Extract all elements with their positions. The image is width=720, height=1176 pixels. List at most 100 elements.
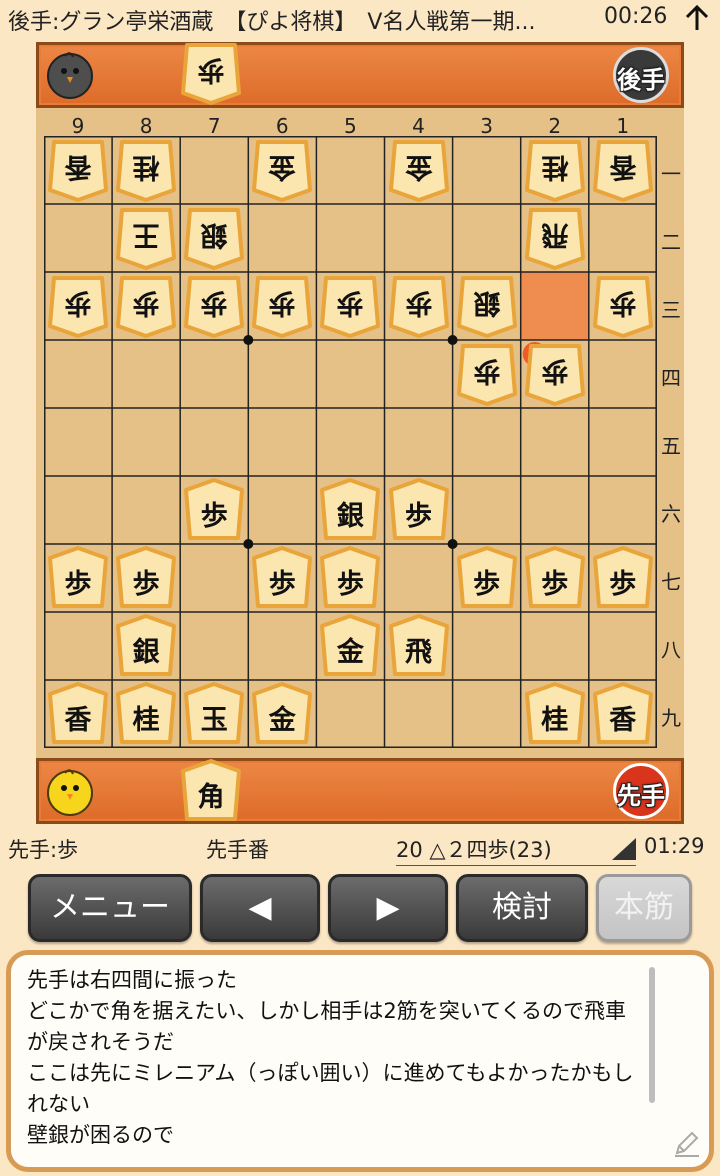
file-label: 7 [207,114,221,138]
piece-label: 歩 [609,287,637,318]
gote-piece[interactable]: 香 [589,136,657,204]
status-bar: 先手:歩 先手番 20 △２四歩(23) 01:29 [0,826,720,866]
piece-label: 歩 [473,569,501,600]
rank-label: 四 [661,366,681,390]
gote-hand-piece[interactable]: 歩 [177,39,245,107]
sente-piece[interactable]: 香 [44,680,112,748]
file-label: 8 [139,114,153,138]
gote-piece[interactable]: 香 [44,136,112,204]
comment-box[interactable]: 先手は右四間に振った どこかで角を据えたい、しかし相手は2筋を突いてくるので飛車… [6,950,714,1172]
menu-button[interactable]: メニュー [28,874,192,942]
piece-label: 歩 [405,287,432,318]
pencil-icon[interactable] [671,1127,703,1159]
piece-label: 銀 [132,637,160,668]
sente-piece[interactable]: 歩 [112,544,180,612]
piece-label: 香 [609,705,637,736]
gote-piece[interactable]: 歩 [385,272,453,340]
piece-label: 歩 [336,569,364,600]
gote-piece[interactable]: 桂 [521,136,589,204]
gote-piece[interactable]: 歩 [521,340,589,408]
sente-badge-label: 先手 [617,782,665,810]
piece-label: 香 [64,705,92,736]
piece-label: 玉 [200,705,228,736]
piece-label: 飛 [541,219,569,250]
sente-piece[interactable]: 銀 [316,476,384,544]
piece-label: 桂 [541,151,569,182]
game-title: 後手:グラン亭栄酒蔵 【ぴよ将棋】 V名人戦第一期... [8,10,536,35]
title-bar: 後手:グラン亭栄酒蔵 【ぴよ将棋】 V名人戦第一期... 00:26 [0,0,720,42]
gote-badge: 後手 [613,47,669,103]
gote-piece[interactable]: 銀 [453,272,521,340]
gote-piece[interactable]: 金 [248,136,316,204]
piece-label: 歩 [64,569,92,600]
file-label: 9 [71,114,85,138]
rank-label: 三 [661,298,681,322]
comment-text: 先手は右四間に振った どこかで角を据えたい、しかし相手は2筋を突いてくるので飛車… [27,968,634,1147]
piece-label: 銀 [473,287,501,318]
sente-hand-piece[interactable]: 角 [177,757,245,825]
next-move-button[interactable]: ▶ [328,874,448,942]
rank-label: 七 [661,570,681,594]
sente-piece[interactable]: 歩 [316,544,384,612]
sente-piece[interactable]: 飛 [385,612,453,680]
sente-piece[interactable]: 歩 [521,544,589,612]
comment-scrollbar[interactable] [649,967,655,1103]
gote-piece[interactable]: 歩 [44,272,112,340]
gote-badge-label: 後手 [617,66,665,94]
piece-label: 銀 [200,219,228,250]
gote-piece[interactable]: 歩 [180,272,248,340]
rank-label: 八 [661,638,681,662]
sente-piece[interactable]: 金 [248,680,316,748]
yellow-chick-icon[interactable] [45,767,95,817]
sente-piece[interactable]: 歩 [385,476,453,544]
move-selector[interactable]: 20 △２四歩(23) [396,834,636,866]
piece-label: 銀 [336,501,364,532]
file-label: 5 [344,114,357,138]
file-label: 3 [480,114,493,138]
gote-piece[interactable]: 桂 [112,136,180,204]
piece-label: 歩 [268,569,296,600]
gote-piece[interactable]: 歩 [316,272,384,340]
sente-piece[interactable]: 玉 [180,680,248,748]
file-label: 2 [548,114,562,138]
sente-piece[interactable]: 桂 [112,680,180,748]
piece-label: 歩 [268,287,296,318]
gote-piece[interactable]: 銀 [180,204,248,272]
sente-piece[interactable]: 歩 [453,544,521,612]
gote-piece[interactable]: 歩 [589,272,657,340]
sente-piece[interactable]: 桂 [521,680,589,748]
study-button[interactable]: 検討 [456,874,588,942]
piece-label: 金 [336,637,364,668]
previous-move-button[interactable]: ◀ [200,874,320,942]
elapsed-time: 01:29 [644,834,705,858]
sente-piece[interactable]: 金 [316,612,384,680]
piece-label: 歩 [609,569,637,600]
gote-piece[interactable]: 歩 [248,272,316,340]
gote-piece[interactable]: 飛 [521,204,589,272]
piece-label: 金 [268,151,296,182]
gote-piece[interactable]: 金 [385,136,453,204]
file-label: 6 [275,114,289,138]
piece-label: 歩 [197,54,225,85]
piece-label: 金 [268,705,296,736]
rank-label: 一 [661,162,681,186]
rank-label: 五 [661,434,681,458]
rank-label: 九 [661,706,681,730]
sente-piece[interactable]: 歩 [180,476,248,544]
gote-piece[interactable]: 歩 [112,272,180,340]
arrow-up-icon[interactable] [682,3,712,33]
piece-label: 王 [132,219,160,250]
sente-piece[interactable]: 歩 [589,544,657,612]
last-move-highlight [520,272,589,340]
piece-label: 歩 [200,287,228,318]
sente-piece[interactable]: 香 [589,680,657,748]
sente-piece[interactable]: 歩 [248,544,316,612]
piece-label: 香 [609,151,637,182]
piece-label: 桂 [132,705,160,736]
gote-piece[interactable]: 王 [112,204,180,272]
black-chick-icon[interactable] [45,50,95,100]
gote-piece[interactable]: 歩 [453,340,521,408]
dropdown-corner-icon[interactable] [612,838,636,860]
sente-piece[interactable]: 歩 [44,544,112,612]
sente-piece[interactable]: 銀 [112,612,180,680]
